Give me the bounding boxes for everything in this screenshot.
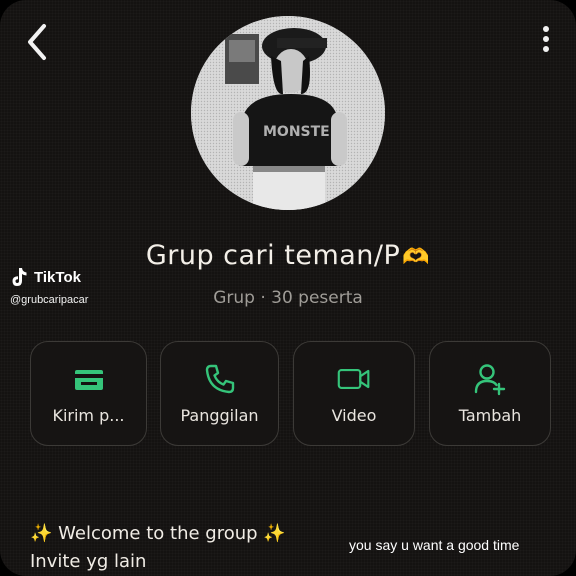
heart-hands-icon: 🫶 — [402, 245, 431, 270]
add-member-button[interactable]: Tambah — [429, 341, 551, 446]
payment-icon — [74, 370, 103, 390]
sparkle-icon: ✨ — [263, 523, 286, 544]
welcome-text: Welcome to the group — [58, 523, 258, 544]
svg-text:MONSTER: MONSTER — [263, 124, 341, 140]
video-icon — [337, 368, 370, 390]
group-title-text: Grup cari teman/P — [145, 240, 401, 271]
sparkle-icon: ✨ — [30, 523, 53, 544]
tiktok-brand: TikTok — [34, 268, 81, 286]
tiktok-watermark: TikTok @grubcaripacar — [10, 266, 88, 306]
action-label: Kirim p... — [52, 406, 125, 425]
voice-call-button[interactable]: Panggilan — [160, 341, 279, 446]
avatar-photo: MONSTER — [191, 16, 385, 210]
group-avatar[interactable]: MONSTER — [191, 16, 385, 210]
send-payment-button[interactable]: Kirim p... — [30, 341, 147, 446]
action-label: Video — [331, 406, 377, 425]
action-label: Tambah — [458, 406, 522, 425]
phone-icon — [205, 364, 234, 394]
group-info-screen: MONSTER Grup cari teman/P🫶 Grup · 30 pes… — [0, 0, 576, 576]
video-call-button[interactable]: Video — [293, 341, 415, 446]
description-line-2: Invite yg lain — [30, 551, 147, 572]
action-label: Panggilan — [180, 406, 259, 425]
tiktok-username: @grubcaripacar — [10, 294, 89, 306]
video-caption: you say u want a good time — [349, 537, 520, 553]
more-vertical-icon — [543, 26, 549, 52]
chevron-left-icon — [28, 24, 46, 60]
group-description: ✨ Welcome to the group ✨ Invite yg lain — [30, 520, 286, 576]
back-button[interactable] — [22, 22, 54, 62]
tiktok-logo-icon — [12, 268, 27, 286]
add-user-icon — [474, 364, 506, 396]
more-options-button[interactable] — [540, 24, 552, 54]
description-line-1: ✨ Welcome to the group ✨ — [30, 520, 286, 548]
